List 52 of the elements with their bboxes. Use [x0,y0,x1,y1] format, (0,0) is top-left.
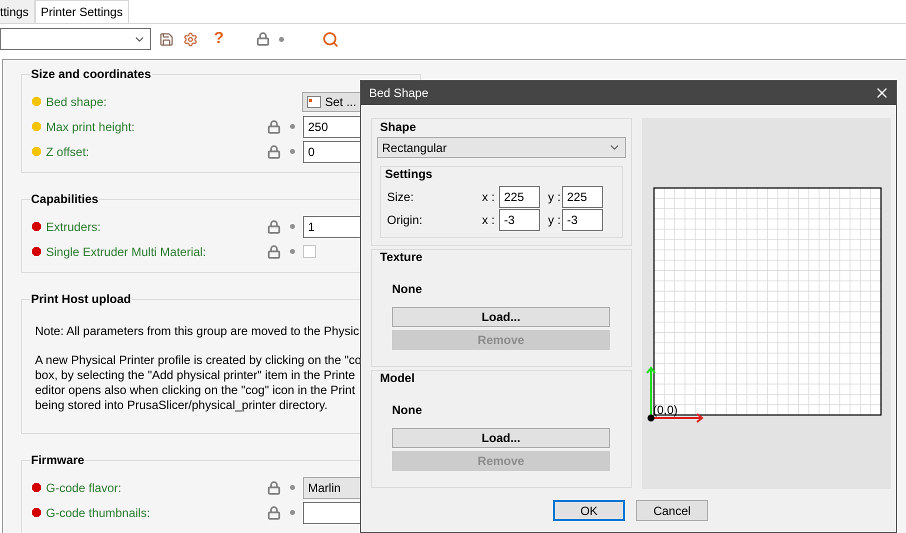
group-title: Print Host upload [30,291,132,307]
lock-icon[interactable] [267,220,281,234]
axis-label: y : [548,188,562,206]
preset-dropdown[interactable] [0,28,151,50]
file-name: None [392,281,423,298]
load-button[interactable]: Load... [392,428,610,448]
coordinate-field[interactable]: -3 [499,208,540,230]
lock-icon[interactable] [267,144,281,158]
save-icon[interactable] [159,32,174,46]
setting-label: Size: [387,188,415,206]
cancel-button[interactable]: Cancel [636,500,708,521]
setting-label: Extruders: [46,218,101,236]
group-title: Capabilities [30,191,100,207]
note-text: box, by selecting the "Add physical printer" item in the Printe [35,368,356,383]
tab[interactable]: ttings [0,0,35,23]
setting-label: G-code flavor: [46,480,122,496]
group-title: Settings [385,166,432,183]
setting-label: Single Extruder Multi Material: [46,244,206,260]
note-text: being stored into PrusaSlicer/physical_printer directory. [35,398,328,413]
shape-dropdown[interactable]: Rectangular [377,137,626,158]
axis-label: x : [482,188,496,206]
lock-icon[interactable] [267,244,281,258]
origin-dot [648,414,654,422]
gear-icon[interactable] [183,32,198,46]
lock-icon[interactable] [267,120,281,134]
coordinate-field[interactable]: 225 [499,186,540,208]
lock-icon[interactable] [267,480,281,494]
search-icon[interactable] [322,30,339,48]
ok-button[interactable]: OK [553,500,625,521]
bed-icon [307,96,321,108]
group-title: Shape [380,119,416,136]
coordinate-field[interactable]: 225 [562,186,603,208]
coordinate-field[interactable]: -3 [562,208,603,230]
tab[interactable]: Printer Settings [34,0,129,23]
load-button[interactable]: Load... [392,307,610,327]
setting-label: Z offset: [46,144,90,160]
help-button[interactable]: ? [214,27,224,51]
lock-icon[interactable] [267,506,281,520]
setting-label: G-code thumbnails: [46,504,150,522]
note-text: editor opens also when clicking on the "cog" icon in the Print [35,383,356,398]
setting-label: Max print height: [46,118,135,136]
note-text: Note: All parameters from this group are moved to the Physic [35,324,360,339]
axis-label: x : [482,212,496,228]
group-title: Texture [380,249,422,266]
dialog-title: Bed Shape [369,85,428,102]
file-name: None [392,402,423,419]
lock-icon[interactable] [256,32,270,46]
setting-label: Bed shape: [46,94,107,110]
checkbox[interactable] [303,245,316,258]
setting-label: Origin: [387,212,424,228]
axis-label: y : [548,212,562,228]
group-title: Model [380,370,415,387]
